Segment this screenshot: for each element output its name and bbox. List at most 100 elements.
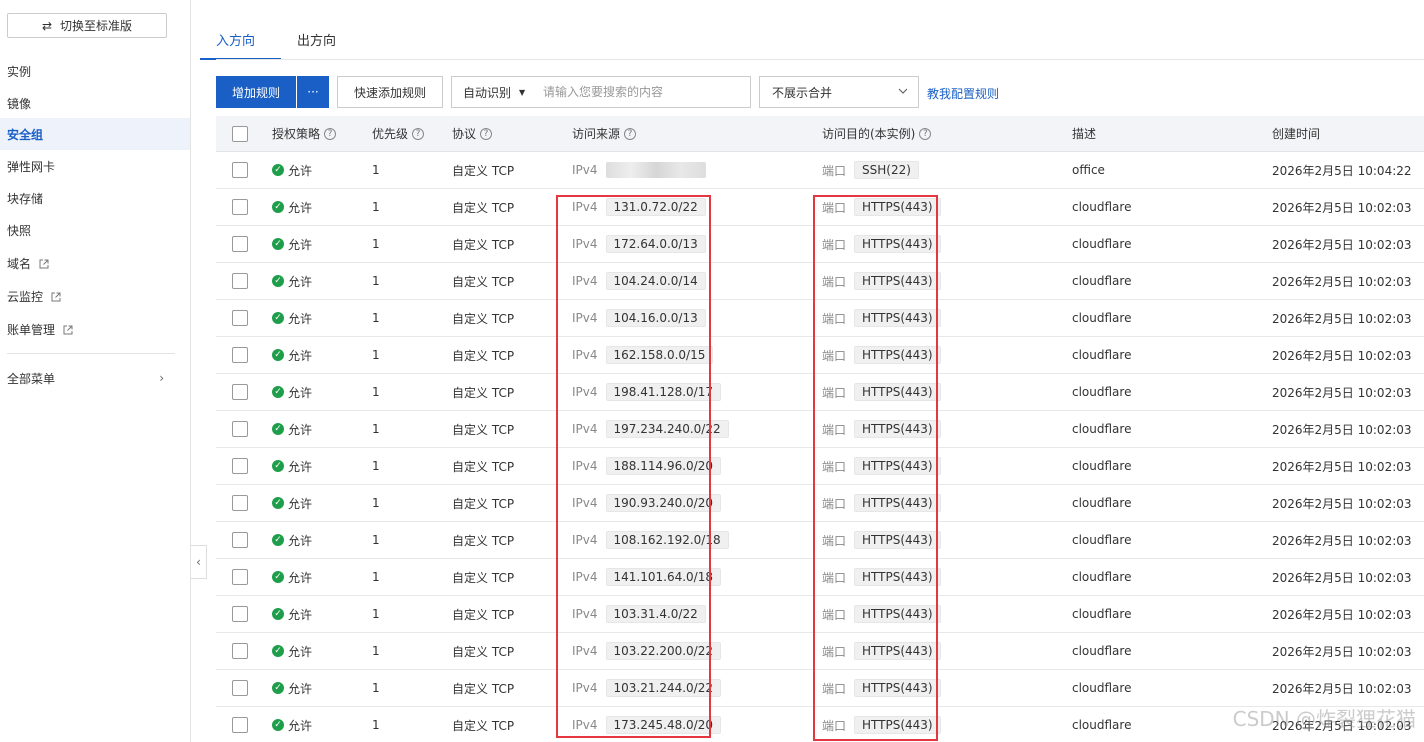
row-checkbox[interactable] (232, 273, 248, 289)
help-icon[interactable]: ? (412, 127, 425, 140)
source-cell: IPv4 103.21.244.0/22 (572, 670, 721, 706)
row-checkbox[interactable] (232, 347, 248, 363)
table-row: ✓ 允许 1 自定义 TCP IPv4 197.234.240.0/22 端口 HTTPS(4… (216, 411, 1424, 448)
help-icon[interactable]: ? (324, 127, 337, 140)
source-cell: IPv4 173.245.48.0/20 (572, 707, 721, 742)
source-cidr-tag: 172.64.0.0/13 (605, 235, 706, 253)
sidebar-item-4[interactable]: 块存储 (0, 182, 190, 214)
merge-display-select[interactable]: 不展示合并 (759, 76, 919, 108)
source-type: IPv4 (572, 237, 598, 251)
header-policy[interactable]: 授权策略? (272, 116, 337, 151)
quick-add-rule-button[interactable]: 快速添加规则 (337, 76, 443, 108)
row-checkbox[interactable] (232, 680, 248, 696)
table-row: ✓ 允许 1 自定义 TCP IPv4 103.22.200.0/22 端口 HTTPS(44… (216, 633, 1424, 670)
policy-cell: ✓ 允许 (272, 226, 312, 262)
protocol-cell: 自定义 TCP (452, 311, 515, 326)
policy-label: 允许 (288, 237, 313, 252)
table-row: ✓ 允许 1 自定义 TCP IPv4 端口 SSH(22) office 2026年2月5日 … (216, 152, 1424, 189)
source-cell: IPv4 103.31.4.0/22 (572, 596, 706, 632)
row-checkbox[interactable] (232, 421, 248, 437)
more-actions-button[interactable]: ··· (297, 76, 329, 108)
header-protocol[interactable]: 协议? (452, 116, 493, 151)
row-checkbox[interactable] (232, 569, 248, 585)
table-row: ✓ 允许 1 自定义 TCP IPv4 162.158.0.0/15 端口 HTTPS(443… (216, 337, 1424, 374)
add-rule-button[interactable]: 增加规则 (216, 76, 296, 108)
select-all-checkbox[interactable] (232, 125, 248, 142)
row-checkbox[interactable] (232, 236, 248, 252)
table-body: ✓ 允许 1 自定义 TCP IPv4 端口 SSH(22) office 2026年2月5日 … (216, 152, 1424, 742)
policy-label: 允许 (288, 570, 313, 585)
source-cidr-tag: 103.22.200.0/22 (605, 642, 721, 660)
help-icon[interactable]: ? (919, 127, 932, 140)
row-checkbox[interactable] (232, 643, 248, 659)
sidebar-item-3[interactable]: 弹性网卡 (0, 150, 190, 182)
policy-label: 允许 (288, 533, 313, 548)
sidebar-item-7[interactable]: 云监控 (0, 280, 190, 312)
source-type: IPv4 (572, 570, 598, 584)
policy-cell: ✓ 允许 (272, 263, 312, 299)
search-type-dropdown[interactable]: 自动识别 ▼ (452, 77, 536, 107)
help-icon[interactable]: ? (624, 127, 637, 140)
header-source[interactable]: 访问来源? (572, 116, 637, 151)
port-label: 端口 (822, 607, 847, 622)
destination-cell: 端口 HTTPS(443) (822, 337, 941, 373)
priority-cell: 1 (372, 237, 380, 251)
search-input[interactable] (536, 78, 750, 106)
created-time-cell: 2026年2月5日 10:02:03 (1272, 422, 1412, 437)
created-time-cell: 2026年2月5日 10:02:03 (1272, 237, 1412, 252)
sidebar-item-6[interactable]: 域名 (0, 247, 190, 279)
switch-standard-button[interactable]: ⇄ 切换至标准版 (7, 13, 167, 38)
all-menu-item[interactable]: 全部菜单 › (0, 362, 190, 394)
protocol-cell: 自定义 TCP (452, 459, 515, 474)
sidebar-collapse-button[interactable]: ‹ (191, 545, 207, 579)
help-icon[interactable]: ? (480, 127, 493, 140)
row-checkbox[interactable] (232, 162, 248, 178)
header-description-label: 描述 (1072, 127, 1097, 141)
tab-outbound[interactable]: 出方向 (295, 28, 338, 60)
port-tag: HTTPS(443) (854, 494, 941, 512)
sidebar-item-label: 实例 (7, 64, 32, 79)
row-checkbox[interactable] (232, 606, 248, 622)
sidebar-item-8[interactable]: 账单管理 (0, 313, 190, 345)
sidebar-item-2[interactable]: 安全组 (0, 118, 190, 150)
port-label: 端口 (822, 274, 847, 289)
protocol-cell: 自定义 TCP (452, 163, 515, 178)
rules-table: 授权策略? 优先级? 协议? 访问来源? 访问目的(本实例)? 描述 创建时间 … (216, 116, 1424, 742)
check-circle-icon: ✓ (272, 386, 284, 398)
tab-inbound[interactable]: 入方向 (200, 28, 282, 60)
help-config-link[interactable]: 教我配置规则 (927, 85, 999, 102)
row-checkbox[interactable] (232, 717, 248, 733)
header-priority[interactable]: 优先级? (372, 116, 425, 151)
destination-cell: 端口 HTTPS(443) (822, 189, 941, 225)
sidebar-item-5[interactable]: 快照 (0, 214, 190, 246)
policy-cell: ✓ 允许 (272, 337, 312, 373)
row-checkbox[interactable] (232, 384, 248, 400)
source-type: IPv4 (572, 681, 598, 695)
description-cell: cloudflare (1072, 496, 1132, 510)
destination-cell: 端口 HTTPS(443) (822, 263, 941, 299)
row-checkbox[interactable] (232, 495, 248, 511)
priority-cell: 1 (372, 422, 380, 436)
row-checkbox[interactable] (232, 199, 248, 215)
priority-cell: 1 (372, 570, 380, 584)
search-group: 自动识别 ▼ (451, 76, 751, 108)
sidebar-item-0[interactable]: 实例 (0, 55, 190, 87)
header-destination[interactable]: 访问目的(本实例)? (822, 116, 932, 151)
row-checkbox[interactable] (232, 458, 248, 474)
sidebar-item-1[interactable]: 镜像 (0, 87, 190, 119)
row-checkbox[interactable] (232, 532, 248, 548)
row-checkbox[interactable] (232, 310, 248, 326)
priority-cell: 1 (372, 163, 380, 177)
policy-cell: ✓ 允许 (272, 300, 312, 336)
port-tag: HTTPS(443) (854, 679, 941, 697)
policy-cell: ✓ 允许 (272, 559, 312, 595)
destination-cell: 端口 HTTPS(443) (822, 596, 941, 632)
source-cidr-tag: 198.41.128.0/17 (605, 383, 721, 401)
created-time-cell: 2026年2月5日 10:02:03 (1272, 200, 1412, 215)
policy-cell: ✓ 允许 (272, 411, 312, 447)
description-cell: cloudflare (1072, 459, 1132, 473)
protocol-cell: 自定义 TCP (452, 607, 515, 622)
description-cell: cloudflare (1072, 311, 1132, 325)
created-time-cell: 2026年2月5日 10:02:03 (1272, 570, 1412, 585)
protocol-cell: 自定义 TCP (452, 348, 515, 363)
